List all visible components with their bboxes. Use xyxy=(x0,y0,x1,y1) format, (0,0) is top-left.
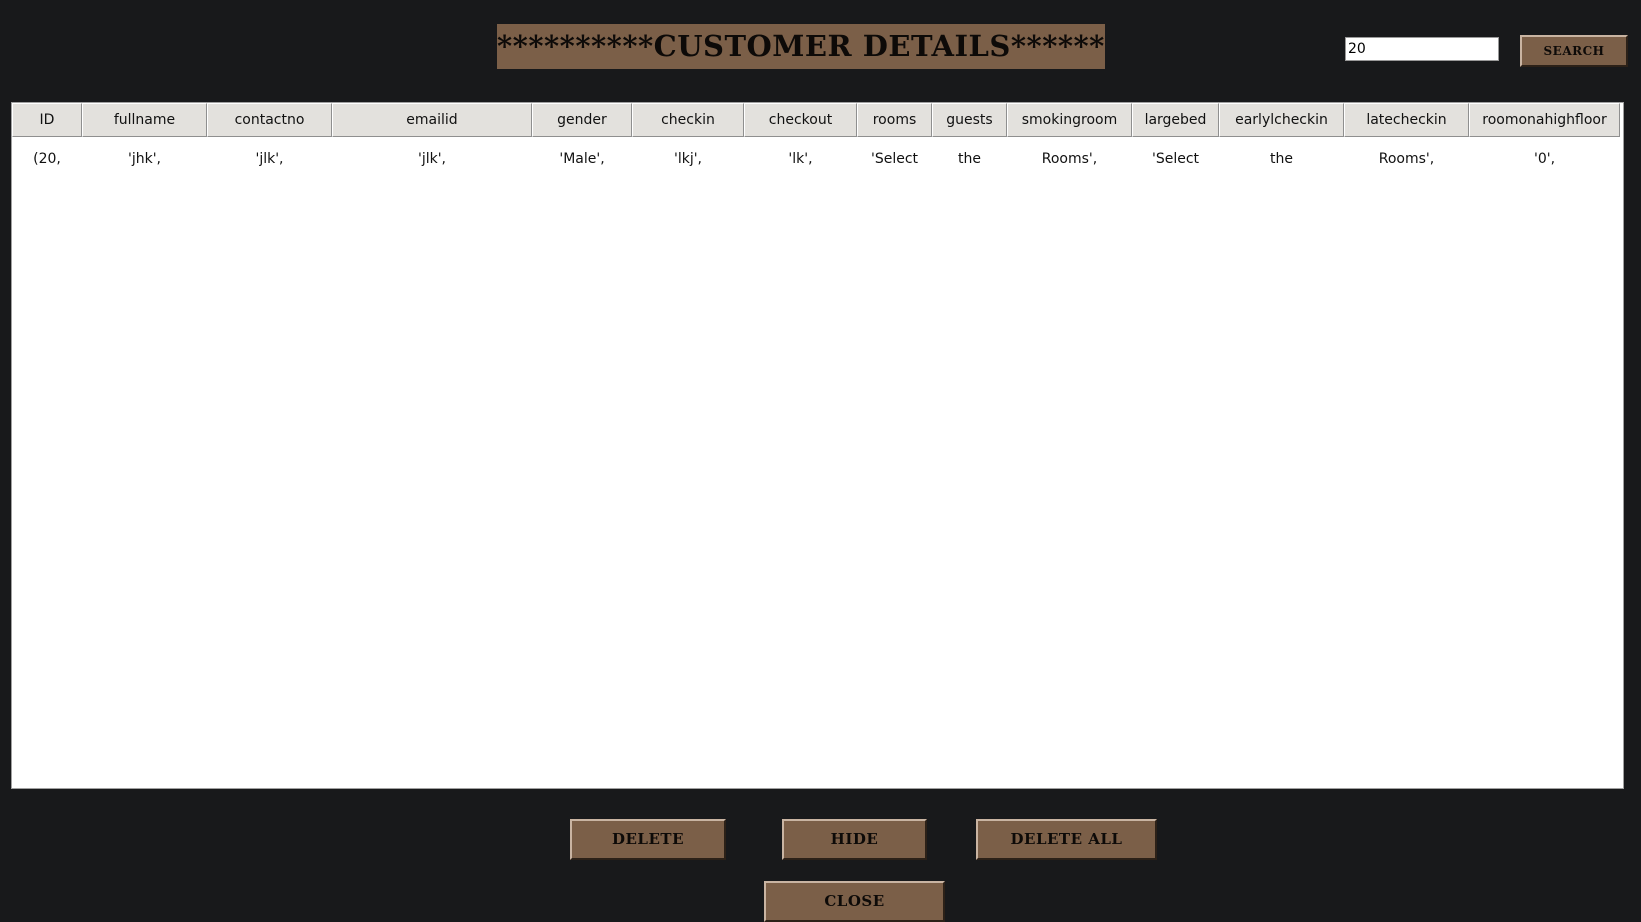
column-header-id[interactable]: ID xyxy=(12,103,82,137)
table-cell: 'Male', xyxy=(559,151,605,167)
page-title: **********CUSTOMER DETAILS********** xyxy=(497,24,1105,69)
column-header-contactno[interactable]: contactno xyxy=(207,103,332,137)
delete-button[interactable]: DELETE xyxy=(570,819,726,860)
table-cell: 'Select xyxy=(870,151,919,167)
table-cell: the xyxy=(1270,151,1293,167)
table-cell: 'jhk', xyxy=(127,151,162,167)
column-header-smokingroom[interactable]: smokingroom xyxy=(1007,103,1132,137)
column-header-checkout[interactable]: checkout xyxy=(744,103,857,137)
table-cell: Rooms', xyxy=(1378,151,1435,167)
column-header-fullname[interactable]: fullname xyxy=(82,103,207,137)
column-header-emailid[interactable]: emailid xyxy=(332,103,532,137)
search-button[interactable]: SEARCH xyxy=(1520,35,1628,67)
table-cell: 'jlk', xyxy=(255,151,284,167)
table-cell: 'jlk', xyxy=(417,151,447,167)
search-input[interactable] xyxy=(1345,37,1499,61)
column-header-largebed[interactable]: largebed xyxy=(1132,103,1219,137)
column-header-roomonahighfloor[interactable]: roomonahighfloor xyxy=(1469,103,1620,137)
column-header-earlylcheckin[interactable]: earlylcheckin xyxy=(1219,103,1344,137)
table-cell: 'lkj', xyxy=(673,151,703,167)
column-header-latecheckin[interactable]: latecheckin xyxy=(1344,103,1469,137)
close-button[interactable]: CLOSE xyxy=(764,881,945,922)
hide-button[interactable]: HIDE xyxy=(782,819,927,860)
table-cell: (20, xyxy=(33,151,61,167)
delete-all-button[interactable]: DELETE ALL xyxy=(976,819,1157,860)
table-cell: 'lk', xyxy=(788,151,813,167)
table-cell: Rooms', xyxy=(1041,151,1098,167)
table-cell: '0', xyxy=(1533,151,1556,167)
table-cell: the xyxy=(958,151,981,167)
column-header-gender[interactable]: gender xyxy=(532,103,632,137)
column-header-guests[interactable]: guests xyxy=(932,103,1007,137)
column-header-rooms[interactable]: rooms xyxy=(857,103,932,137)
table-cell: 'Select xyxy=(1151,151,1200,167)
table-row[interactable]: (20, 'jhk', 'jlk', 'jlk', 'Male', 'lkj',… xyxy=(12,144,1623,174)
column-header-checkin[interactable]: checkin xyxy=(632,103,744,137)
table-header-row: ID fullname contactno emailid gender che… xyxy=(12,103,1623,137)
customer-table[interactable]: ID fullname contactno emailid gender che… xyxy=(11,102,1624,789)
